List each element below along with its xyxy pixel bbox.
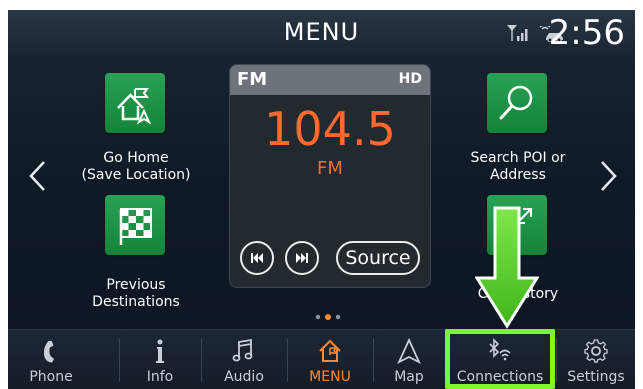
screenshot-frame: MENU 2:56 Go Home (Save Location) Previo… [0,0,643,389]
highlight-box [445,329,555,389]
checkered-flag-icon [119,208,152,245]
seek-back-button[interactable] [240,241,274,275]
chevron-left-icon[interactable] [28,160,46,192]
search-poi-label-line1: Search POI or [470,150,566,166]
radio-widget[interactable]: FM HD 104.5 FM Source [230,65,430,287]
bottom-item-menu[interactable]: MENU [288,330,372,389]
bottom-item-phone[interactable]: Phone [8,330,94,389]
phone-icon [43,340,55,363]
infotainment-screen: MENU 2:56 Go Home (Save Location) Previo… [8,10,635,389]
bottom-item-label: Map [394,369,424,385]
source-button[interactable]: Source [336,241,420,275]
pointer-arrow-icon [475,206,539,329]
signal-icon [507,25,528,41]
header-bar: MENU 2:56 [8,10,635,58]
home-icon [319,339,341,362]
bottom-item-map[interactable]: Map [374,330,444,389]
go-home-tile[interactable] [105,73,165,133]
bottom-item-settings[interactable]: Settings [557,330,635,389]
seek-back-icon [251,253,263,263]
search-poi-tile[interactable] [487,73,547,133]
bottom-item-label: Phone [29,369,73,385]
chevron-right-icon[interactable] [600,160,618,192]
go-home-label: Go Home (Save Location) [56,150,216,184]
gear-icon [584,339,608,363]
clock: 2:56 [548,13,625,53]
page-indicator [315,314,341,320]
radio-band: FM [237,69,268,90]
bottom-item-label: Audio [224,369,264,385]
go-home-label-line1: Go Home [103,150,169,166]
info-icon [156,339,164,363]
hd-radio-icon: HD [398,71,422,87]
magnifier-icon [499,85,533,120]
seek-forward-button[interactable] [285,241,319,275]
bottom-item-label: Settings [567,369,625,385]
navigation-arrow-icon [397,337,421,364]
search-poi-label: Search POI or Address [438,150,598,184]
go-home-label-line2: (Save Location) [81,167,191,183]
bottom-item-audio[interactable]: Audio [202,330,286,389]
previous-destinations-label-line1: Previous [106,277,166,293]
seek-forward-icon [296,253,308,263]
previous-destinations-tile[interactable] [105,195,165,255]
bottom-item-info[interactable]: Info [120,330,200,389]
previous-destinations-label-line2: Destinations [92,294,180,310]
previous-destinations-label: Previous Destinations [56,277,216,311]
radio-frequency: 104.5 [264,102,396,156]
bottom-item-label: Info [146,369,174,385]
search-poi-label-line2: Address [490,167,546,183]
radio-frequency-unit: FM [317,158,343,179]
music-note-icon [232,338,253,362]
radio-header: FM HD [230,65,430,95]
bottom-item-label: MENU [309,369,351,385]
home-flag-icon [117,88,152,125]
